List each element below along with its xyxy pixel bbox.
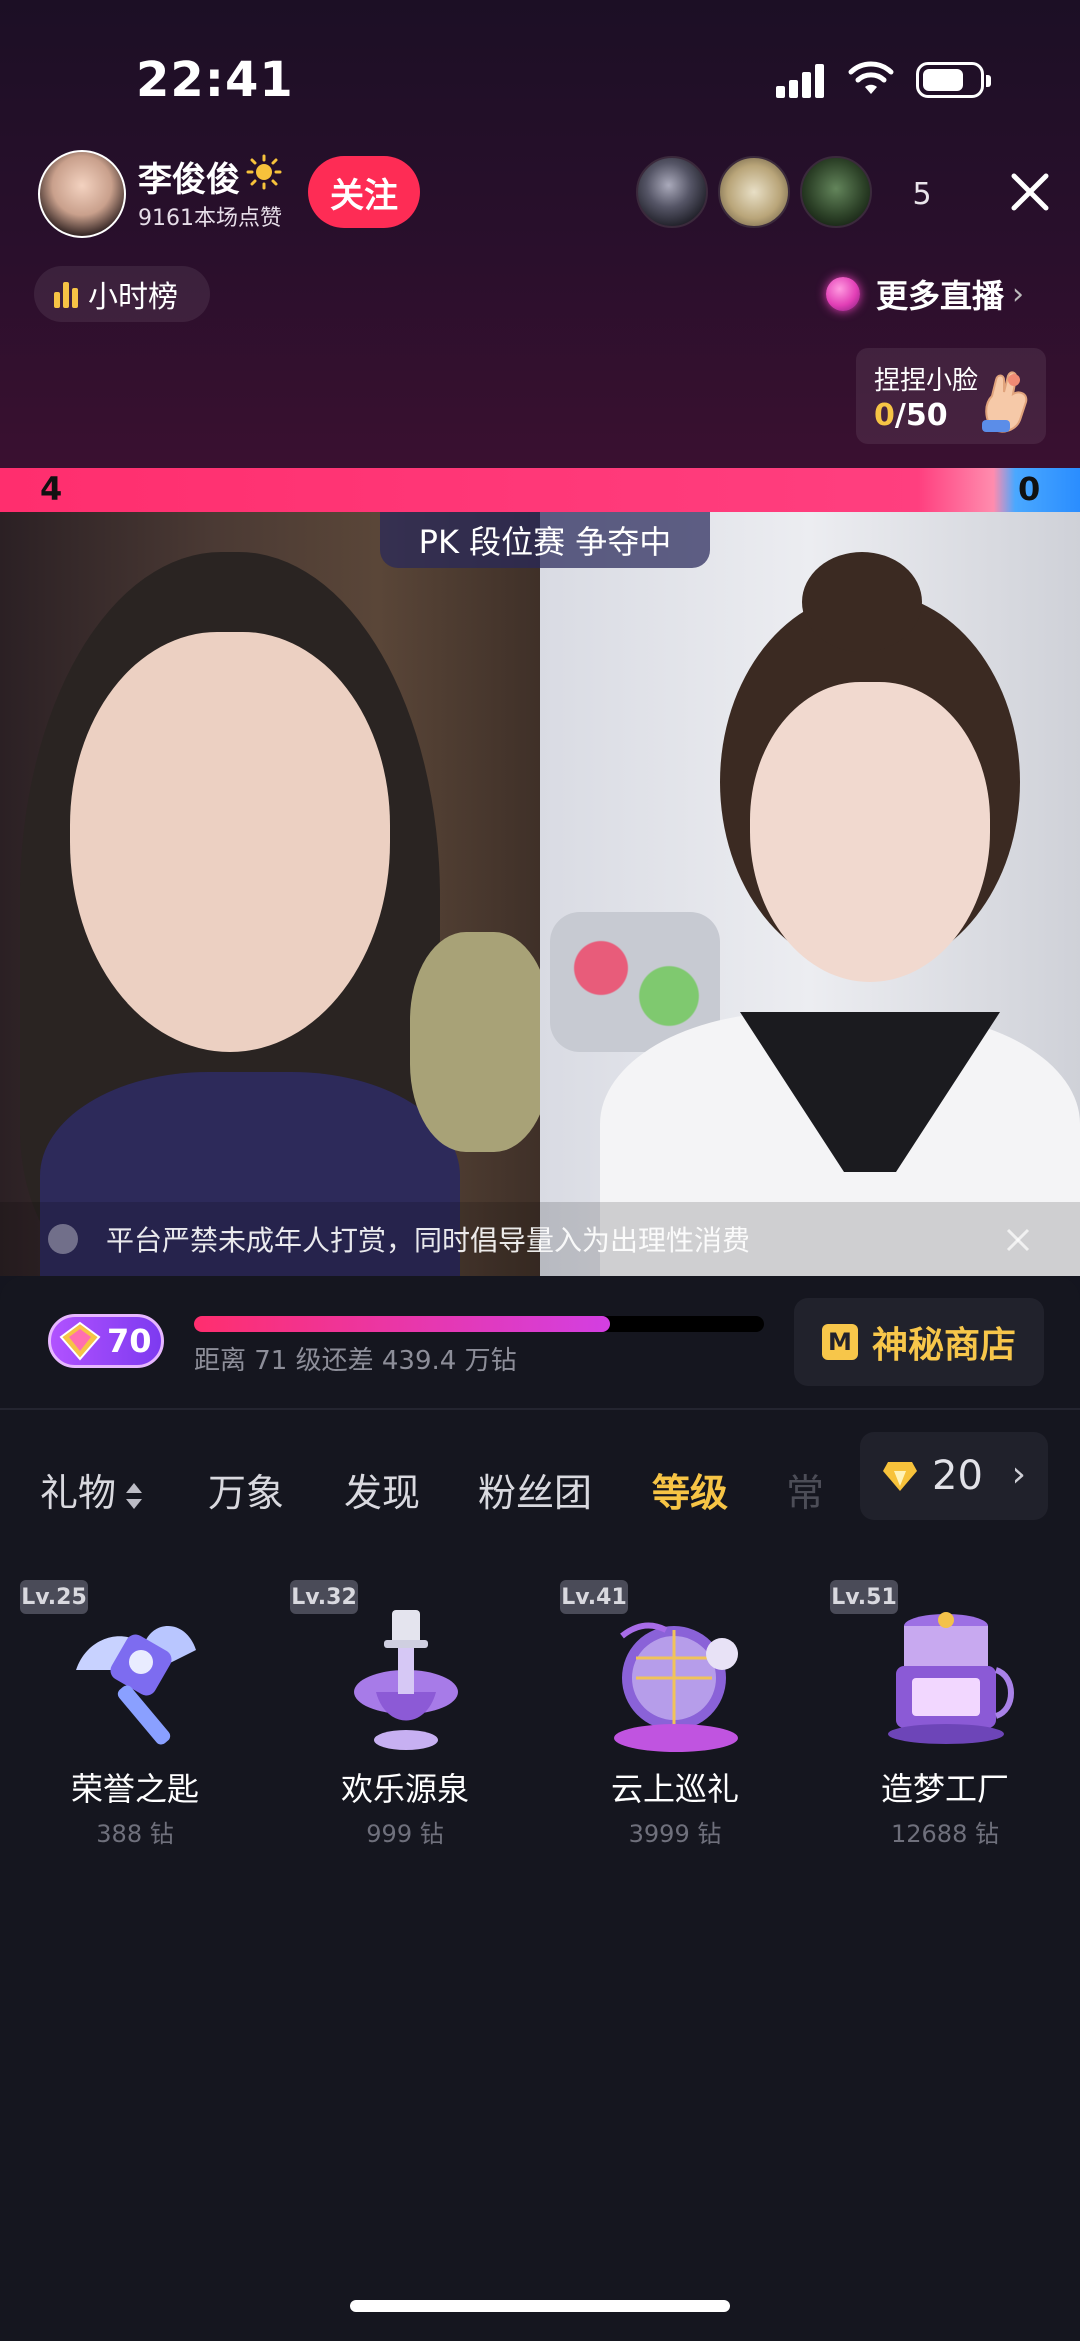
platform-notice: 平台严禁未成年人打赏，同时倡导量入为出理性消费	[0, 1202, 1080, 1276]
fountain-icon	[354, 1610, 458, 1750]
tab-level[interactable]: 等级	[652, 1462, 728, 1517]
gift-item[interactable]: Lv.25 荣誉之匙 388 钻	[0, 1580, 240, 1850]
pk-match-label: PK 段位赛 争夺中	[380, 512, 710, 568]
close-icon[interactable]	[1008, 170, 1052, 214]
home-indicator[interactable]	[350, 2300, 730, 2312]
sun-icon	[246, 154, 282, 190]
bar-chart-icon	[54, 280, 78, 308]
pk-score-bar	[0, 468, 1080, 512]
level-progress-bar	[194, 1316, 764, 1332]
host-avatar[interactable]	[38, 150, 126, 238]
host-name[interactable]: 李俊俊	[138, 152, 240, 201]
dream-factory-icon	[888, 1612, 1014, 1744]
more-live-button[interactable]: 更多直播 ›	[826, 266, 1056, 322]
gift-price: 3999 钻	[628, 1820, 722, 1848]
tab-common[interactable]: 常	[786, 1462, 824, 1517]
panel-divider	[0, 1408, 1080, 1410]
winged-key-icon	[76, 1626, 196, 1745]
tab-gifts-label: 礼物	[40, 1471, 117, 1515]
diamond-balance-value: 20	[932, 1453, 983, 1499]
gift-price: 388 钻	[96, 1820, 174, 1848]
pinch-face-card[interactable]: 捏捏小脸 0/50	[856, 348, 1046, 444]
gift-name: 欢乐源泉	[340, 1770, 469, 1808]
host-likes: 9161本场点赞	[138, 206, 282, 231]
chevron-right-icon: ›	[1012, 276, 1025, 312]
diamond-icon	[883, 1462, 917, 1491]
tab-discover[interactable]: 发现	[344, 1462, 420, 1517]
status-time: 22:41	[136, 52, 294, 108]
gift-price: 999 钻	[366, 1820, 444, 1848]
notice-close-icon[interactable]	[1004, 1226, 1032, 1254]
tab-gifts[interactable]: 礼物	[40, 1462, 143, 1517]
pk-right-score: 0	[1018, 470, 1041, 508]
notice-text: 平台严禁未成年人打赏，同时倡导量入为出理性消费	[106, 1224, 751, 1257]
viewer-avatar[interactable]	[718, 156, 790, 228]
pk-left-score: 4	[40, 470, 63, 508]
viewer-avatar[interactable]	[636, 156, 708, 228]
hourly-rank-button[interactable]: 小时榜	[34, 266, 210, 322]
pinch-face-title: 捏捏小脸	[874, 366, 979, 396]
gift-name: 荣誉之匙	[70, 1770, 199, 1808]
mystery-shop-button[interactable]: M 神秘商店	[794, 1298, 1044, 1386]
tab-fan-club[interactable]: 粉丝团	[478, 1462, 592, 1517]
live-orb-icon	[826, 277, 860, 311]
pinch-face-progress: 0/50	[874, 398, 948, 433]
cloud-ship-icon	[614, 1622, 738, 1752]
cell-signal-icon	[776, 62, 828, 98]
gift-item[interactable]: Lv.51 造梦工厂 12688 钻	[810, 1580, 1050, 1850]
diamond-balance-button[interactable]: 20 ›	[860, 1432, 1048, 1520]
gift-name: 云上巡礼	[610, 1770, 739, 1808]
more-live-label: 更多直播	[876, 277, 1005, 315]
wifi-icon	[848, 61, 894, 94]
gift-name: 造梦工厂	[880, 1770, 1009, 1808]
right-video-feed[interactable]	[540, 512, 1080, 1276]
gift-price: 12688 钻	[891, 1820, 999, 1848]
level-progress-text: 距离 71 级还差 439.4 万钻	[194, 1346, 517, 1376]
viewer-count[interactable]: 5	[886, 162, 958, 226]
gift-item[interactable]: Lv.32 欢乐源泉 999 钻	[270, 1580, 510, 1850]
pinch-face-current: 0	[874, 398, 895, 433]
tab-wanxiang[interactable]: 万象	[208, 1462, 284, 1517]
follow-button[interactable]: 关注	[308, 156, 420, 228]
pinching-hand-icon	[982, 371, 1028, 433]
battery-icon	[916, 62, 991, 98]
hourly-rank-label: 小时榜	[88, 280, 178, 315]
gift-item[interactable]: Lv.41 云上巡礼 3999 钻	[540, 1580, 780, 1850]
left-video-feed[interactable]	[0, 512, 540, 1276]
level-progress-fill	[194, 1316, 611, 1332]
viewer-avatar[interactable]	[800, 156, 872, 228]
mystery-shop-label: 神秘商店	[871, 1325, 1016, 1366]
user-level-value: 70	[107, 1322, 152, 1360]
shop-icon: M	[821, 1324, 858, 1360]
gem-icon	[59, 1321, 101, 1361]
info-icon	[48, 1224, 78, 1254]
pinch-face-total: /50	[894, 398, 948, 433]
user-level-badge[interactable]: 70	[48, 1314, 164, 1368]
sort-icon	[126, 1481, 143, 1511]
chevron-right-icon: ›	[1011, 1454, 1026, 1495]
